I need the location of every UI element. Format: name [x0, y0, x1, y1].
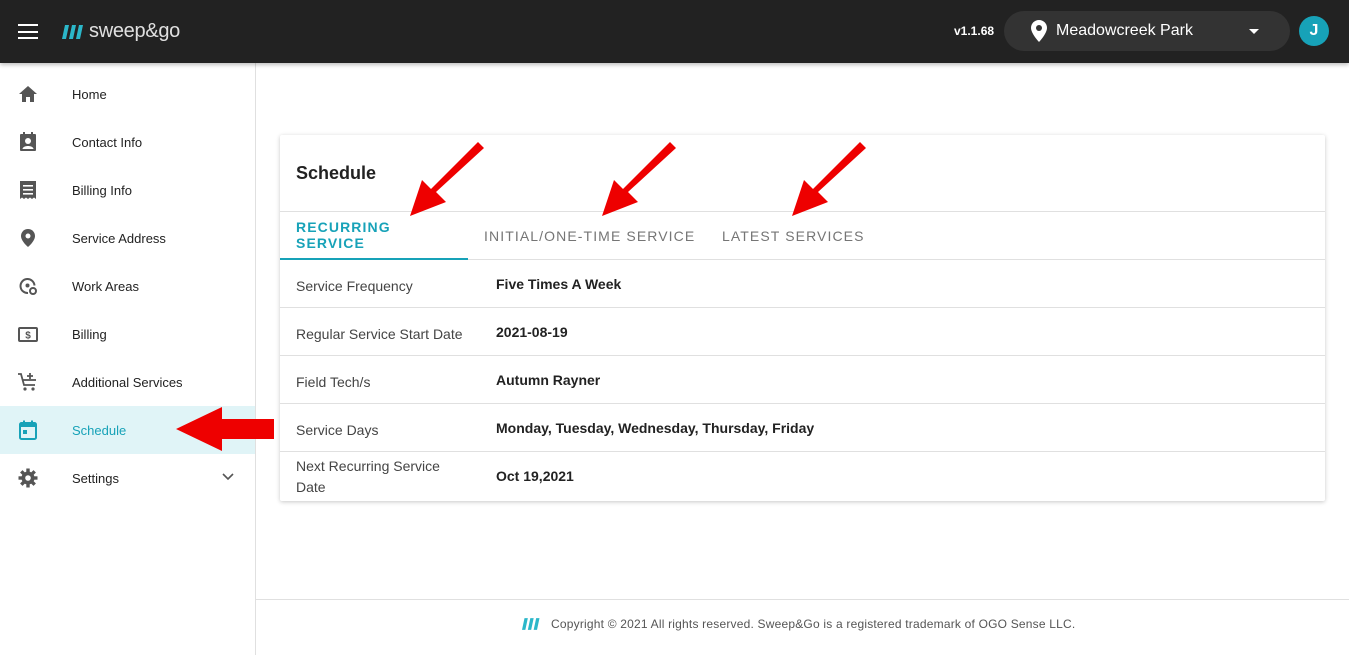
sidebar-item-label: Billing Info	[72, 183, 132, 198]
top-app-bar: sweep&go v1.1.68 Meadowcreek Park J	[0, 0, 1349, 63]
receipt-icon	[20, 181, 36, 199]
gear-icon	[18, 468, 38, 488]
sidebar-item-label: Additional Services	[72, 375, 183, 390]
map-area-icon	[19, 278, 37, 295]
location-pin-icon	[1031, 20, 1047, 42]
dollar-bill-icon: $	[18, 327, 38, 342]
sidebar-item-settings[interactable]: Settings	[0, 454, 255, 502]
detail-row: Field Tech/s Autumn Rayner	[280, 356, 1325, 404]
sidebar-item-service-address[interactable]: Service Address	[0, 214, 255, 262]
location-pin-icon	[21, 229, 35, 247]
sidebar-item-contact-info[interactable]: Contact Info	[0, 118, 255, 166]
detail-value: Oct 19,2021	[496, 468, 574, 484]
home-icon	[19, 86, 37, 102]
detail-value: Autumn Rayner	[496, 372, 601, 388]
sidebar-item-label: Settings	[72, 471, 119, 486]
detail-label: Field Tech/s	[296, 374, 371, 390]
sidebar-item-label: Service Address	[72, 231, 166, 246]
detail-label: Regular Service Start Date	[296, 326, 463, 342]
app-logo[interactable]: sweep&go	[62, 20, 180, 43]
app-version: v1.1.68	[954, 24, 995, 38]
detail-value: Five Times A Week	[496, 276, 622, 292]
sidebar-item-work-areas[interactable]: Work Areas	[0, 262, 255, 310]
dropdown-caret-icon	[1249, 29, 1259, 34]
detail-value: 2021-08-19	[496, 324, 568, 340]
hamburger-menu-icon[interactable]	[18, 24, 38, 39]
user-avatar[interactable]: J	[1299, 16, 1329, 46]
sweepandgo-logo-icon	[62, 24, 83, 39]
detail-label: Service Frequency	[296, 278, 413, 294]
footer-content: Copyright © 2021 All rights reserved. Sw…	[522, 617, 1075, 631]
annotation-arrow-icon	[176, 407, 274, 451]
schedule-details-list: Service Frequency Five Times A Week Regu…	[280, 260, 1325, 500]
sidebar-nav: Home Contact Info Billing Info Service A…	[0, 63, 256, 655]
detail-row: Service Frequency Five Times A Week	[280, 260, 1325, 308]
annotation-arrow-icon	[410, 142, 484, 216]
cart-plus-icon	[18, 373, 36, 391]
location-selector[interactable]: Meadowcreek Park	[1004, 11, 1290, 51]
detail-value: Monday, Tuesday, Wednesday, Thursday, Fr…	[496, 420, 815, 436]
copyright-text: Copyright © 2021 All rights reserved. Sw…	[551, 617, 1076, 631]
sidebar-item-additional-services[interactable]: Additional Services	[0, 358, 255, 406]
chevron-down-icon[interactable]	[221, 472, 235, 482]
annotation-arrow-icon	[602, 142, 676, 216]
sidebar-item-label: Schedule	[72, 423, 127, 438]
sidebar-item-label: Contact Info	[72, 135, 143, 150]
detail-row: Regular Service Start Date 2021-08-19	[280, 308, 1325, 356]
logo-text: sweep&go	[89, 20, 180, 42]
sidebar-item-billing[interactable]: $ Billing	[0, 310, 255, 358]
sidebar-item-billing-info[interactable]: Billing Info	[0, 166, 255, 214]
sidebar-item-label: Billing	[72, 327, 107, 342]
detail-row: Next Recurring Service Date Oct 19,2021	[280, 452, 1325, 500]
sidebar-item-label: Work Areas	[72, 279, 139, 294]
detail-label: Next Recurring Service Date	[296, 458, 440, 495]
selected-location: Meadowcreek Park	[1056, 22, 1193, 39]
sidebar-item-home[interactable]: Home	[0, 70, 255, 118]
annotation-arrow-icon	[792, 142, 866, 216]
contact-card-icon	[20, 132, 36, 151]
calendar-icon	[19, 420, 37, 440]
card-title: Schedule	[296, 163, 377, 183]
sweepandgo-logo-icon	[522, 618, 540, 630]
svg-text:$: $	[25, 331, 31, 342]
page-footer: Copyright © 2021 All rights reserved. Sw…	[256, 599, 1349, 655]
sidebar-item-label: Home	[72, 87, 107, 102]
detail-row: Service Days Monday, Tuesday, Wednesday,…	[280, 404, 1325, 452]
detail-label: Service Days	[296, 422, 379, 438]
